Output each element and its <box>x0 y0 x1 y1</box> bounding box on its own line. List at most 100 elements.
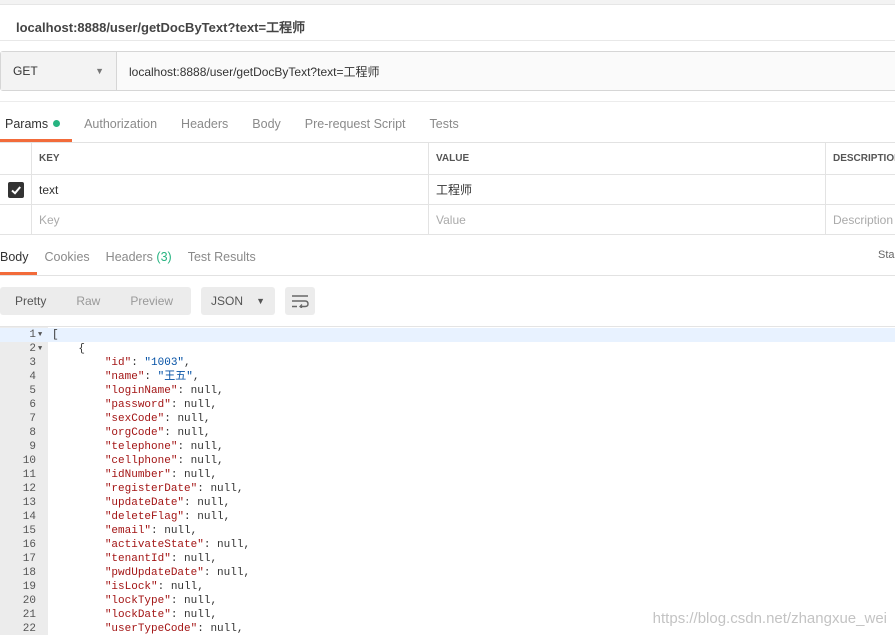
tab-pre-request-script[interactable]: Pre-request Script <box>293 108 418 142</box>
param-key[interactable]: text <box>32 175 429 204</box>
line-number: 20 <box>22 595 36 607</box>
code-line: 5 "loginName": null, <box>0 384 895 398</box>
code-text: { <box>52 343 86 355</box>
code-text: [ <box>52 329 59 341</box>
column-header-description: DESCRIPTION <box>833 153 895 164</box>
new-param-key-input[interactable]: Key <box>32 205 429 234</box>
json-key: "password" <box>104 399 171 411</box>
fold-caret-icon[interactable]: ▼ <box>38 328 42 342</box>
line-number: 9 <box>29 441 36 453</box>
code-text: "sexCode": null, <box>104 413 211 425</box>
line-number: 8 <box>29 427 36 439</box>
tab-cookies[interactable]: Cookies <box>37 241 98 275</box>
json-value: null <box>184 609 211 621</box>
code-line: 19 "isLock": null, <box>0 580 895 594</box>
line-number: 6 <box>29 399 36 411</box>
window-top-strip <box>0 0 895 5</box>
params-header-row: KEY VALUE DESCRIPTION <box>0 143 895 175</box>
new-param-description-input[interactable]: Description <box>826 205 895 234</box>
json-key: "cellphone" <box>104 455 178 467</box>
line-number: 4 <box>29 371 36 383</box>
request-tabs: Params Authorization Headers Body Pre-re… <box>0 108 471 142</box>
json-key: "pwdUpdateDate" <box>104 567 204 579</box>
tab-label: Headers <box>105 250 153 264</box>
view-preview-button[interactable]: Preview <box>115 287 188 315</box>
params-active-dot-icon <box>53 120 61 127</box>
divider <box>0 275 895 276</box>
request-tab-title[interactable]: localhost:8888/user/getDocByText?text=工程… <box>16 17 305 36</box>
code-line: 11 "idNumber": null, <box>0 468 895 482</box>
code-line: 1 ▼ [ <box>0 328 895 342</box>
line-number: 3 <box>29 357 36 369</box>
line-number: 18 <box>22 567 36 579</box>
column-header-key: KEY <box>32 143 429 174</box>
tab-body[interactable]: Body <box>240 108 293 142</box>
wrap-lines-button[interactable] <box>285 287 315 315</box>
json-key: "registerDate" <box>104 483 198 495</box>
code-text: "updateDate": null, <box>104 497 231 509</box>
line-number: 1 <box>29 329 36 341</box>
tab-authorization[interactable]: Authorization <box>72 108 169 142</box>
json-key: "orgCode" <box>104 427 165 439</box>
json-key: "id" <box>104 357 132 369</box>
json-value: null <box>197 511 224 523</box>
code-text: "tenantId": null, <box>104 553 218 565</box>
code-text: "pwdUpdateDate": null, <box>104 567 251 579</box>
json-key: "name" <box>104 371 145 383</box>
json-key: "email" <box>104 525 152 537</box>
tab-headers[interactable]: Headers <box>169 108 240 142</box>
code-line: 8 "orgCode": null, <box>0 426 895 440</box>
json-key: "sexCode" <box>104 413 165 425</box>
json-value: null <box>177 427 204 439</box>
tab-response-headers[interactable]: Headers (3) <box>98 241 180 275</box>
format-select[interactable]: JSON ▼ <box>201 287 275 315</box>
line-number: 2 <box>29 343 36 355</box>
method-select[interactable]: GET ▼ <box>1 52 117 90</box>
request-bar: GET ▼ <box>0 51 895 91</box>
code-line: 4 "name": "王五", <box>0 370 895 384</box>
tab-tests[interactable]: Tests <box>418 108 471 142</box>
json-value: null <box>190 385 218 397</box>
header-checkbox-cell <box>0 143 32 174</box>
chevron-down-icon: ▼ <box>95 66 104 76</box>
line-number: 5 <box>29 385 36 397</box>
param-description[interactable] <box>826 175 895 204</box>
line-number: 12 <box>22 483 36 495</box>
url-input[interactable] <box>117 52 895 90</box>
tab-test-results[interactable]: Test Results <box>180 241 264 275</box>
view-raw-button[interactable]: Raw <box>61 287 115 315</box>
param-checkbox-cell <box>0 205 32 234</box>
code-text: "password": null, <box>104 399 218 411</box>
watermark: https://blog.csdn.net/zhangxue_wei <box>652 610 887 627</box>
json-value: null <box>164 525 191 537</box>
json-key: "lockDate" <box>104 609 171 621</box>
json-key: "tenantId" <box>104 553 171 565</box>
json-key: "lockType" <box>104 595 171 607</box>
code-text: "lockType": null, <box>104 595 218 607</box>
code-text: "name": "王五", <box>104 371 200 383</box>
json-value: null <box>170 581 198 593</box>
view-mode-segmented-control: Pretty Raw Preview <box>0 287 191 315</box>
new-param-value-input[interactable]: Value <box>429 205 826 234</box>
code-line: 17 "tenantId": null, <box>0 552 895 566</box>
chevron-down-icon: ▼ <box>256 296 265 306</box>
response-body-editor[interactable]: 1 ▼[2 ▼ {3 "id": "1003", 4 "name": "王五", 5 "… <box>0 326 895 635</box>
view-pretty-button[interactable]: Pretty <box>0 287 61 315</box>
headers-count-badge: (3) <box>156 250 172 264</box>
json-value: "王五" <box>157 371 193 383</box>
code-line: 9 "telephone": null, <box>0 440 895 454</box>
tab-params[interactable]: Params <box>0 108 73 142</box>
json-value: null <box>210 483 237 495</box>
param-enabled-checkbox[interactable] <box>7 181 24 198</box>
code-text: "id": "1003", <box>104 357 191 369</box>
code-line: 13 "updateDate": null, <box>0 496 895 510</box>
json-key: "userTypeCode" <box>104 623 198 635</box>
param-new-row: Key Value Description <box>0 205 895 235</box>
json-value: null <box>184 399 211 411</box>
fold-caret-icon[interactable]: ▼ <box>38 342 42 356</box>
code-text: "orgCode": null, <box>104 427 211 439</box>
param-value[interactable]: 工程师 <box>429 175 826 204</box>
param-checkbox-cell <box>0 175 32 204</box>
json-key: "updateDate" <box>104 497 185 509</box>
tab-response-body[interactable]: Body <box>0 241 37 275</box>
